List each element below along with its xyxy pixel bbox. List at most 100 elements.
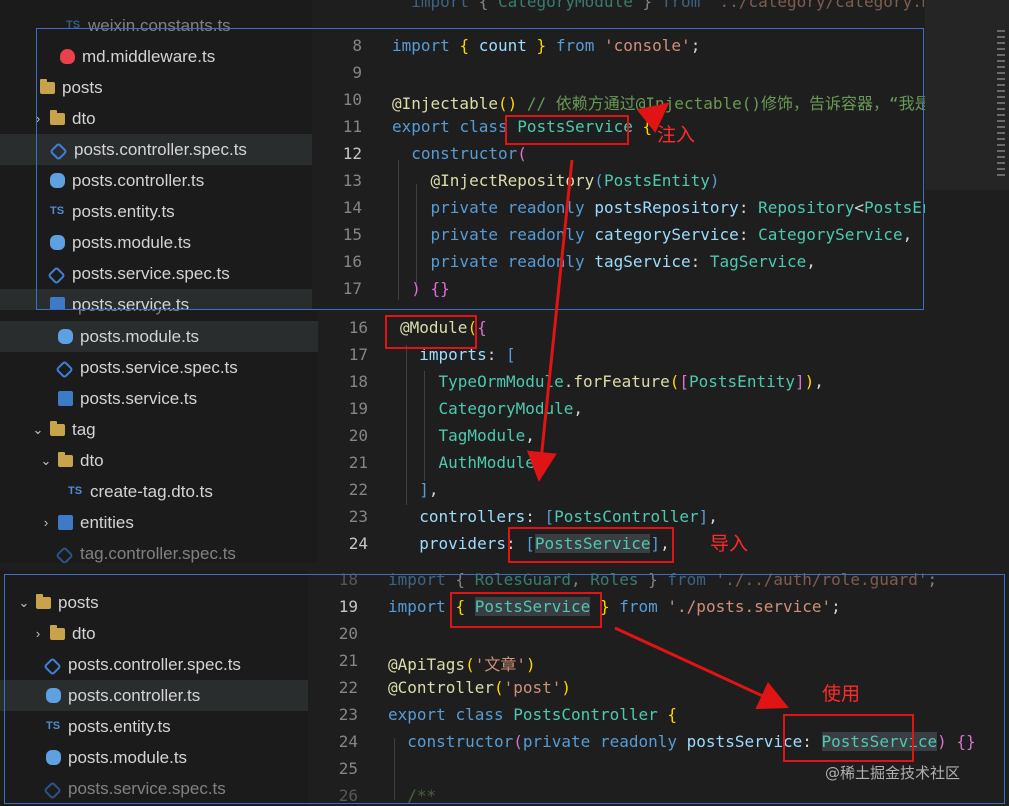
tree-item[interactable]: posts.service.ts	[0, 289, 312, 310]
tree-item[interactable]: posts.controller.spec.ts	[0, 134, 312, 165]
code-line[interactable]: private readonly tagService: TagService,	[392, 252, 816, 271]
code-line[interactable]: AuthModule,	[400, 453, 545, 472]
line-number: 21	[338, 651, 358, 670]
tree-item-label: dto	[80, 451, 104, 470]
line-number: 12	[342, 144, 362, 163]
spec-file-icon	[43, 781, 62, 800]
highlight-box-module-decorator	[385, 315, 477, 349]
line-number: 17	[348, 345, 368, 364]
tree-item[interactable]: TS posts.entity.ts	[0, 711, 308, 742]
tree-item-label: posts.service.spec.ts	[80, 358, 238, 377]
tree-item-label: posts.controller.spec.ts	[74, 140, 247, 159]
chevron-down-icon[interactable]: ⌄	[38, 445, 54, 476]
spec-file-icon	[43, 657, 62, 676]
service-editor-panel: TS weixin.constants.ts md.middleware.ts pos…	[0, 0, 925, 310]
tree-item-label: posts	[62, 78, 103, 97]
tree-item[interactable]: › dto	[0, 103, 312, 134]
chevron-right-icon[interactable]: ›	[30, 618, 46, 649]
code-line[interactable]: private readonly categoryService: Catego…	[392, 225, 913, 244]
line-number: 18	[348, 372, 368, 391]
code-line[interactable]: export class PostsController {	[388, 705, 677, 724]
nest-file-icon	[60, 49, 75, 64]
tree-item[interactable]: posts.service.spec.ts	[0, 773, 308, 804]
code-line[interactable]: @InjectRepository(PostsEntity)	[392, 171, 720, 190]
tree-item[interactable]: posts.controller.ts	[0, 165, 312, 196]
spec-file-icon	[47, 266, 66, 285]
module-file-icon	[46, 750, 61, 765]
line-number: 20	[338, 624, 358, 643]
code-line[interactable]: /**	[388, 786, 436, 805]
tree-item[interactable]: posts.controller.spec.ts	[0, 649, 308, 680]
code-line[interactable]: @Controller('post')	[388, 678, 571, 697]
indent-guide	[398, 160, 399, 300]
tree-item[interactable]: posts.controller.ts	[0, 680, 308, 711]
tree-item[interactable]: TS weixin.constants.ts	[0, 10, 312, 41]
tree-item[interactable]: ⌄ posts	[0, 587, 308, 618]
folder-icon	[50, 110, 65, 125]
tree-item[interactable]: tag.controller.spec.ts	[0, 538, 318, 563]
chevron-down-icon[interactable]: ⌄	[16, 587, 32, 618]
tree-item[interactable]: posts.module.ts	[0, 742, 308, 773]
module-file-icon	[46, 688, 61, 703]
indent-guide	[394, 738, 395, 800]
folder-icon	[58, 452, 73, 467]
code-line[interactable]: import { RolesGuard, Roles } from './../…	[388, 570, 937, 589]
code-line[interactable]: TypeOrmModule.forFeature([PostsEntity]),	[400, 372, 824, 391]
tree-item[interactable]: posts.service.spec.ts	[0, 352, 318, 383]
code-line[interactable]: TagModule,	[400, 426, 535, 445]
tree-item-label: posts.controller.ts	[72, 171, 205, 190]
tree-item[interactable]: posts.service.spec.ts	[0, 258, 312, 289]
code-line[interactable]: @ApiTags('文章')	[388, 651, 536, 675]
tree-item[interactable]: posts.service.ts	[0, 383, 318, 414]
tree-item[interactable]: ⌄ dto	[0, 445, 318, 476]
tree-item[interactable]: posts	[0, 72, 312, 103]
tree-item[interactable]: TS create-tag.dto.ts	[0, 476, 318, 507]
tree-item[interactable]: md.middleware.ts	[0, 41, 312, 72]
tree-item[interactable]: › entities	[0, 507, 318, 538]
tree-item[interactable]: ⌄ tag	[0, 414, 318, 445]
code-line[interactable]: @Injectable() // 依赖方通过@Injectable()修饰，告诉…	[392, 90, 925, 114]
tree-item[interactable]: TS posts.entity.ts	[0, 196, 312, 227]
tree-item-label: entities	[80, 513, 134, 532]
highlight-box-class-name	[505, 115, 629, 145]
tree-item-label: posts	[58, 593, 99, 612]
line-number: 10	[342, 90, 362, 109]
tree-item-label: posts.service.spec.ts	[68, 779, 226, 798]
chevron-right-icon[interactable]: ›	[38, 507, 54, 538]
code-line: import { CategoryModule } from '../categ…	[411, 0, 925, 11]
tree-item-label: tag.controller.spec.ts	[80, 544, 236, 563]
annotation-inject: 注入	[657, 124, 696, 146]
line-number: 9	[352, 63, 362, 82]
ts-file-icon: TS	[66, 19, 81, 31]
code-line[interactable]: ) {}	[392, 279, 450, 298]
tree-item-label: dto	[72, 109, 96, 128]
annotation-import: 导入	[710, 533, 749, 555]
module-file-icon	[50, 235, 65, 250]
spec-file-icon	[55, 360, 74, 379]
entity-file-icon	[50, 297, 65, 310]
file-explorer: TSposts.entity.tsposts.module.tsposts.se…	[0, 293, 318, 563]
ts-file-icon: TS	[68, 485, 83, 497]
ts-file-icon: TS	[46, 720, 61, 732]
line-number: 26	[338, 786, 358, 805]
indent-guide	[416, 184, 417, 284]
chevron-down-icon[interactable]: ⌄	[30, 414, 46, 445]
code-line[interactable]: import { count } from 'console';	[392, 36, 700, 55]
tree-item-label: posts.service.ts	[72, 295, 190, 310]
code-editor[interactable]: import { CategoryModule } from '../categ…	[312, 0, 925, 310]
code-line[interactable]: controllers: [PostsController],	[400, 507, 718, 526]
tree-item[interactable]: posts.module.ts	[0, 227, 312, 258]
chevron-right-icon[interactable]: ›	[30, 103, 46, 134]
tree-item[interactable]: › dto	[0, 618, 308, 649]
tree-item[interactable]: posts.module.ts	[0, 321, 318, 352]
folder-icon	[36, 594, 51, 609]
highlight-box-import	[450, 592, 602, 628]
code-line[interactable]: constructor(	[392, 144, 527, 163]
code-line[interactable]: private readonly postsRepository: Reposi…	[392, 198, 925, 217]
annotation-use: 使用	[822, 683, 861, 705]
tree-item-label: create-tag.dto.ts	[90, 482, 213, 501]
code-line[interactable]: CategoryModule,	[400, 399, 584, 418]
line-number: 22	[348, 480, 368, 499]
spec-file-icon	[49, 142, 68, 161]
line-number: 19	[348, 399, 368, 418]
